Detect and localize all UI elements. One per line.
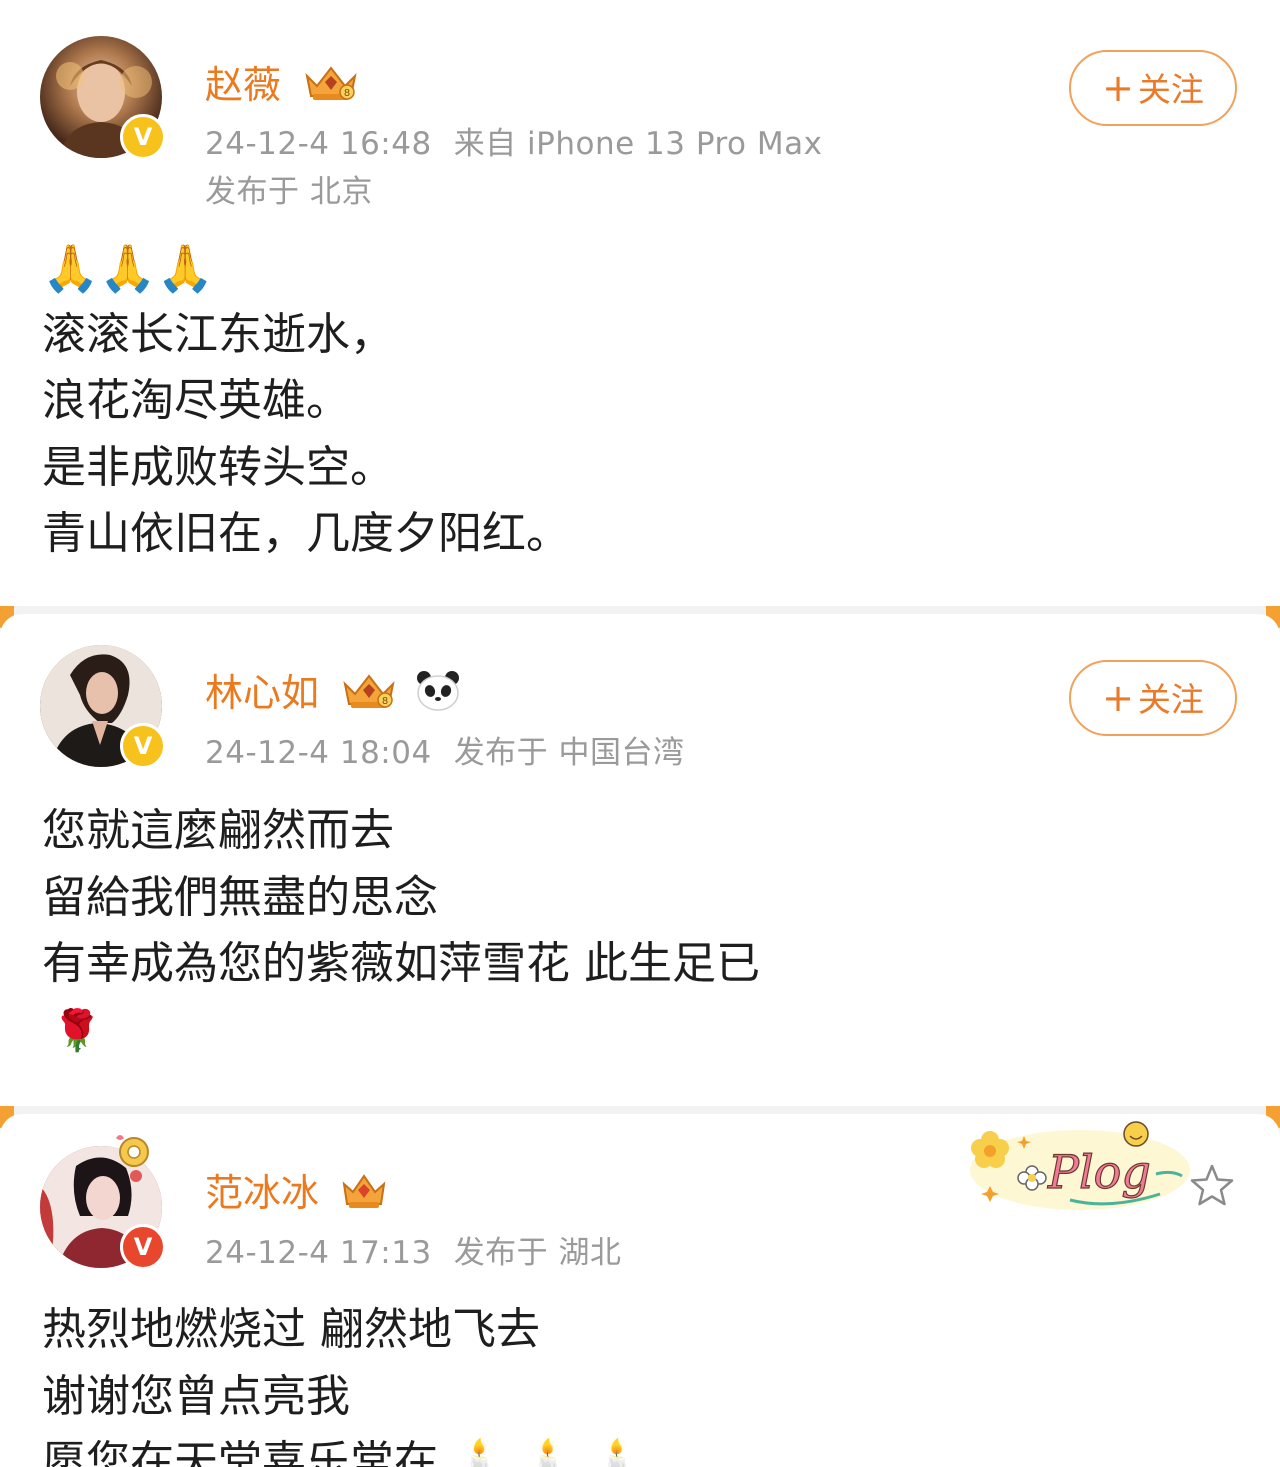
post-meta-line-1: 24-12-4 17:13 发布于 湖北 <box>205 1227 622 1272</box>
post-timestamp: 24-12-4 17:13 <box>205 1235 432 1271</box>
panda-icon[interactable] <box>415 670 461 721</box>
avatar-pendant-icon <box>116 1135 149 1167</box>
author-name-text: 范冰冰 <box>205 1171 320 1215</box>
post-card: V 范冰冰 24-12-4 17:13 发布于 湖北 Plog 热烈地燃烧过 翩… <box>0 1114 1280 1467</box>
content-line: 有幸成為您的紫薇如萍雪花 此生足已 <box>42 938 760 989</box>
avatar[interactable]: V <box>40 645 166 769</box>
post-card: V 赵薇 8 24-12-4 16:48 来自 iPhone 13 Pro Max… <box>0 0 1280 606</box>
emoji-line: 🙏🙏🙏 <box>42 241 214 295</box>
svg-text:8: 8 <box>344 88 350 99</box>
verified-badge-icon: V <box>120 723 166 769</box>
verified-badge-icon: V <box>120 1224 166 1270</box>
plog-sticker[interactable]: Plog <box>960 1114 1192 1214</box>
follow-label: 关注 <box>1137 680 1204 719</box>
post-location: 发布于 中国台湾 <box>453 735 685 771</box>
post-meta-line-1: 24-12-4 16:48 来自 iPhone 13 Pro Max <box>205 118 822 163</box>
author-name[interactable]: 林心如 8 <box>205 662 461 721</box>
author-name[interactable]: 范冰冰 <box>205 1162 387 1221</box>
avatar[interactable]: V <box>40 36 166 160</box>
post-timestamp: 24-12-4 18:04 <box>205 735 432 771</box>
content-line: 是非成败转头空。 <box>42 441 394 493</box>
plus-icon: + <box>1102 66 1134 110</box>
verified-badge-icon: V <box>120 114 166 160</box>
svg-text:8: 8 <box>382 696 388 707</box>
author-name[interactable]: 赵薇 8 <box>205 54 359 113</box>
avatar[interactable]: V <box>40 1135 166 1270</box>
emoji-line: 🌹 <box>52 1007 102 1054</box>
post-source: 来自 iPhone 13 Pro Max <box>453 126 823 162</box>
content-line: 愿您在天堂喜乐常在 🕯️ 🕯️ 🕯️ <box>42 1437 645 1467</box>
star-icon[interactable] <box>1188 1162 1236 1210</box>
post-card: V 林心如 8 24-12-4 18:04 发布于 中国台湾 + 关注 您就這麼… <box>0 614 1280 1110</box>
post-location: 发布于 湖北 <box>453 1235 622 1271</box>
follow-button[interactable]: + 关注 <box>1069 660 1237 736</box>
follow-label: 关注 <box>1137 70 1204 109</box>
post-content: 🙏🙏🙏 滚滚长江东逝水， 浪花淘尽英雄。 是非成败转头空。 青山依旧在，几度夕阳… <box>42 235 570 568</box>
post-meta-line-1: 24-12-4 18:04 发布于 中国台湾 <box>205 727 685 772</box>
post-content: 您就這麼翩然而去 留給我們無盡的思念 有幸成為您的紫薇如萍雪花 此生足已 🌹 <box>42 798 760 1064</box>
content-line: 您就這麼翩然而去 <box>42 805 394 856</box>
post-timestamp: 24-12-4 16:48 <box>205 126 432 162</box>
author-name-text: 林心如 <box>205 671 320 715</box>
content-line: 留給我們無盡的思念 <box>42 871 438 923</box>
flower-icon <box>971 1131 1009 1168</box>
weibo-feed: V 赵薇 8 24-12-4 16:48 来自 iPhone 13 Pro Max… <box>0 0 1280 1467</box>
follow-button[interactable]: + 关注 <box>1069 50 1237 126</box>
post-content: 热烈地燃烧过 翩然地飞去 谢谢您曾点亮我 愿您在天堂喜乐常在 🕯️ 🕯️ 🕯️ <box>42 1297 644 1467</box>
author-name-text: 赵薇 <box>205 63 282 107</box>
plus-icon: + <box>1102 676 1134 720</box>
vip-crown-icon[interactable]: 8 <box>341 670 397 721</box>
plog-text: Plog <box>1047 1145 1151 1199</box>
post-location: 发布于 北京 <box>205 174 373 210</box>
vip-crown-icon[interactable]: 8 <box>303 62 359 113</box>
content-line: 热烈地燃烧过 翩然地飞去 <box>42 1304 540 1355</box>
content-line: 青山依旧在，几度夕阳红。 <box>42 508 570 559</box>
content-line: 浪花淘尽英雄。 <box>42 375 350 426</box>
vip-crown-icon[interactable] <box>341 1170 387 1221</box>
content-line: 滚滚长江东逝水， <box>42 308 394 360</box>
content-line: 谢谢您曾点亮我 <box>42 1370 350 1422</box>
